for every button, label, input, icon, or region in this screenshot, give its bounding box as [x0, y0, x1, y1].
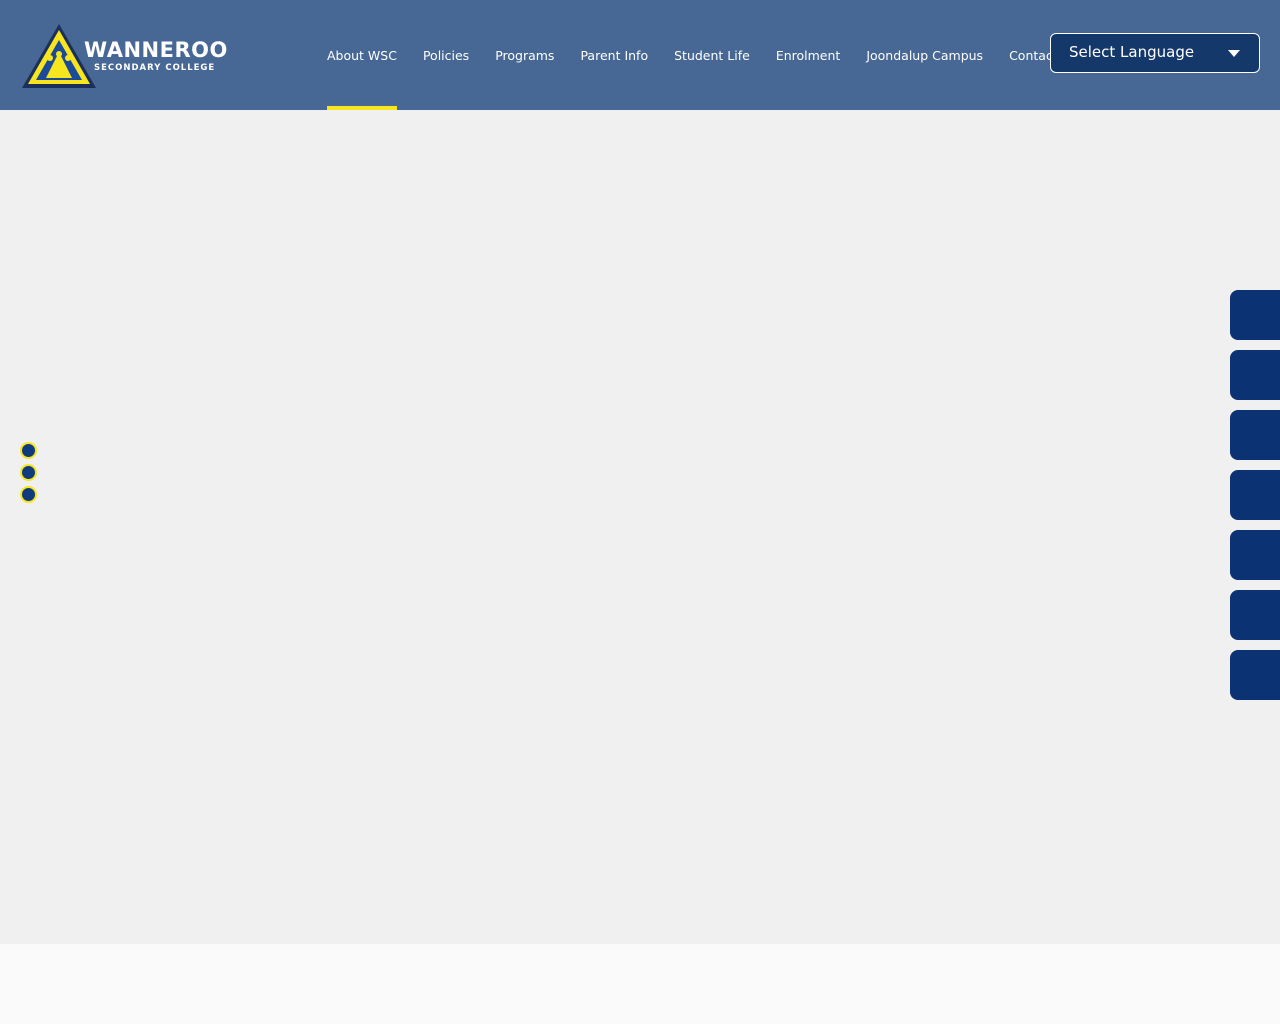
hero-slider [0, 110, 1280, 944]
nav-item-label: About WSC [327, 47, 397, 63]
side-quick-links [1230, 290, 1280, 710]
logo-name: WANNEROO [84, 38, 228, 62]
nav-item-label: Student Life [674, 47, 750, 63]
side-tab[interactable] [1230, 470, 1280, 520]
language-select[interactable]: Select Language [1050, 33, 1260, 73]
slider-dot[interactable] [20, 464, 37, 481]
language-select-value: Select Language [1069, 43, 1195, 61]
chevron-down-icon [1228, 50, 1240, 57]
side-tab[interactable] [1230, 410, 1280, 460]
nav-item-label: Enrolment [775, 47, 841, 63]
nav-item-parent-info[interactable]: Parent Info [567, 0, 661, 110]
side-tab[interactable] [1230, 530, 1280, 580]
side-tab[interactable] [1230, 650, 1280, 700]
main-nav: About WSC Policies Programs Parent Info … [314, 0, 1071, 110]
nav-item-label: Policies [422, 47, 470, 63]
slider-dot[interactable] [20, 486, 37, 503]
logo-subtitle: SECONDARY COLLEGE [94, 63, 216, 73]
slider-dot[interactable] [20, 442, 37, 459]
college-logo[interactable]: WANNEROO SECONDARY COLLEGE [20, 22, 250, 90]
nav-item-joondalup-campus[interactable]: Joondalup Campus [853, 0, 996, 110]
nav-item-enrolment[interactable]: Enrolment [763, 0, 854, 110]
slider-pagination [20, 442, 38, 508]
nav-item-label: Joondalup Campus [866, 47, 984, 63]
nav-item-programs[interactable]: Programs [482, 0, 567, 110]
nav-item-student-life[interactable]: Student Life [661, 0, 763, 110]
nav-item-label: Programs [495, 47, 555, 63]
content-area [0, 944, 1280, 1024]
side-tab[interactable] [1230, 350, 1280, 400]
nav-item-about[interactable]: About WSC [314, 0, 410, 110]
nav-item-label: Parent Info [580, 47, 649, 63]
side-tab[interactable] [1230, 290, 1280, 340]
side-tab[interactable] [1230, 590, 1280, 640]
site-header: WANNEROO SECONDARY COLLEGE About WSC Pol… [0, 0, 1280, 110]
nav-item-policies[interactable]: Policies [410, 0, 482, 110]
